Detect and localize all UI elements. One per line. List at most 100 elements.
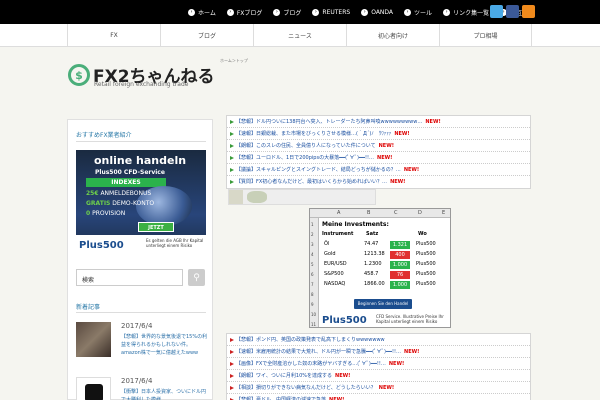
sheet-broker-cell: Plus500 bbox=[416, 281, 436, 287]
search-input[interactable]: 検索 bbox=[76, 269, 183, 286]
headline-link[interactable]: 【悲報】ポンド円、英国の政策発表で乱高下しまくりwwwwwww bbox=[236, 337, 385, 343]
sheet-change-cell: 1.000 bbox=[390, 281, 410, 289]
top-link[interactable]: › OANDA bbox=[361, 8, 393, 17]
plus500-logo: Plus500 bbox=[322, 315, 367, 326]
sheet-rate-cell: 458.7 bbox=[364, 271, 379, 277]
headline-list-top: 【悲報】ドル円ついに138円台へ突入、トレーダーたち阿鼻叫喚wwwwwwwww…… bbox=[226, 115, 531, 189]
headline-row[interactable]: 【速報】日銀総裁、また市場をびっくりさせる模様…(｀Д´)ﾉ ｳﾜｧｧｧ NEW! bbox=[227, 128, 530, 140]
arrow-icon: › bbox=[361, 9, 369, 16]
sidebar-heading-brokers: おすすめFX業者紹介 bbox=[76, 132, 132, 139]
triangle-bullet-icon bbox=[230, 168, 234, 172]
triangle-bullet-icon bbox=[230, 144, 234, 148]
sidebar-heading-new: 新着記事 bbox=[76, 304, 101, 311]
plus500-ad[interactable]: online handeln Plus500 CFD-Service INDEX… bbox=[76, 150, 206, 258]
list-item[interactable]: 2017/6/4 【悲報】世界的な景気後退で15%の利益を得られるかもしれない件… bbox=[76, 322, 208, 362]
headline-row[interactable]: 【朗報】ワイ、ついに月利10%を達成する NEW! bbox=[227, 370, 530, 382]
sheet-col-satz: Satz bbox=[366, 231, 379, 237]
sheet-col-wo: Wo bbox=[418, 231, 427, 237]
sheet-disclaimer: CFD Service. Illustrative Preise Ihr Kap… bbox=[376, 314, 444, 324]
ad-cta-button[interactable]: JETZT LOSLEGEN bbox=[138, 222, 174, 241]
list-item[interactable]: 2017/6/4 【衝撃】日本人投資家、ついにドル円で大勝利した模様 bbox=[76, 377, 208, 400]
new-badge: NEW! bbox=[390, 179, 406, 185]
search-button[interactable]: ⚲ bbox=[188, 269, 205, 286]
sheet-broker-cell: Plus500 bbox=[416, 241, 436, 247]
headline-link[interactable]: 【議論】スキャルピングとスイングトレード、結局どっちが儲かるの？… bbox=[236, 167, 401, 173]
triangle-bullet-icon bbox=[230, 374, 234, 378]
facebook-icon[interactable] bbox=[506, 5, 519, 18]
sheet-instrument-cell: S&P500 bbox=[324, 271, 344, 277]
headline-link[interactable]: 【質問】FX初心者なんだけど、最初はいくらから始めればいい？… bbox=[236, 179, 387, 185]
divider bbox=[76, 312, 206, 313]
nav-item-blog[interactable]: ブログ bbox=[160, 24, 253, 46]
triangle-bullet-icon bbox=[230, 362, 234, 366]
sheet-broker-cell: Plus500 bbox=[416, 251, 436, 257]
rss-icon[interactable] bbox=[522, 5, 535, 18]
headline-link[interactable]: 【画像】FXで全財産溶かした奴の末路がヤバすぎる…(ﾟ∀ﾟ)━━!!… bbox=[236, 361, 386, 367]
post-title[interactable]: 【衝撃】日本人投資家、ついにドル円で大勝利した模様 bbox=[121, 388, 209, 400]
new-badge: NEW! bbox=[377, 155, 393, 161]
nav-item-pro[interactable]: プロ相場 bbox=[439, 24, 532, 46]
ad-demo: GRATIS DEMO-KONTO bbox=[86, 200, 155, 207]
plus500-sheet-ad[interactable]: A B C D E 123 456 789 10 11 Meine Investm… bbox=[309, 208, 451, 328]
new-badge: NEW! bbox=[394, 131, 410, 137]
headline-link[interactable]: 【相談】損切りができない病気なんだけど、どうしたらいい？ bbox=[236, 385, 376, 391]
headline-link[interactable]: 【朗報】ワイ、ついに月利10%を達成する bbox=[236, 373, 332, 379]
headline-link[interactable]: 【速報】米雇用統計の結果で大荒れ、ドル円が一瞬で急騰━━(ﾟ∀ﾟ)━━!!… bbox=[236, 349, 401, 355]
sheet-broker-cell: Plus500 bbox=[416, 261, 436, 267]
sheet-instrument-cell: EUR/USD bbox=[324, 261, 347, 267]
top-link-label: OANDA bbox=[371, 9, 394, 16]
sheet-instrument-cell: Gold bbox=[324, 251, 336, 257]
headline-link[interactable]: 【悲報】ドル円ついに138円台へ突入、トレーダーたち阿鼻叫喚wwwwwwwww… bbox=[236, 119, 422, 125]
headline-row[interactable]: 【画像】FXで全財産溶かした奴の末路がヤバすぎる…(ﾟ∀ﾟ)━━!!… NEW! bbox=[227, 358, 530, 370]
top-link[interactable]: › REUTERS bbox=[312, 8, 350, 17]
triangle-bullet-icon bbox=[230, 156, 234, 160]
sheet-column-letters: A B C D E bbox=[310, 209, 450, 218]
headline-row[interactable]: 【朗報】このスレの住民、全員億り人になっていた件について NEW! bbox=[227, 140, 530, 152]
arrow-icon: › bbox=[404, 9, 412, 16]
headline-list-bottom: 【悲報】ポンド円、英国の政策発表で乱高下しまくりwwwwwww 【速報】米雇用統計… bbox=[226, 333, 531, 400]
nav-item-fx[interactable]: FX bbox=[67, 24, 160, 46]
arrow-icon: › bbox=[226, 9, 234, 16]
headline-row[interactable]: 【悲報】豪ドル、中国経済の減速で急落 NEW! bbox=[227, 394, 530, 400]
main-nav: FX ブログ ニュース 初心者向け プロ相場 bbox=[0, 24, 600, 47]
sheet-instrument-cell: NASDAQ bbox=[324, 281, 346, 287]
headline-row[interactable]: 【悲報】ポンド円、英国の政策発表で乱高下しまくりwwwwwww bbox=[227, 334, 530, 346]
sheet-rate-cell: 1866.00 bbox=[364, 281, 385, 287]
headline-link[interactable]: 【速報】日銀総裁、また市場をびっくりさせる模様…(｀Д´)ﾉ ｳﾜｧｧｧ bbox=[236, 131, 391, 137]
mini-banner[interactable] bbox=[228, 189, 376, 205]
banner-image bbox=[247, 191, 267, 203]
headline-row[interactable]: 【悲報】ユーロドル、1日で200pipsの大暴落━━(ﾟ∀ﾟ)━━!!… NEW! bbox=[227, 152, 530, 164]
nav-item-news[interactable]: ニュース bbox=[253, 24, 346, 46]
divider bbox=[76, 141, 206, 142]
nav-item-beginner[interactable]: 初心者向け bbox=[346, 24, 439, 46]
ad-indexes-label: INDEXES bbox=[86, 178, 166, 187]
top-link[interactable]: › ホーム bbox=[188, 8, 216, 17]
headline-row[interactable]: 【速報】米雇用統計の結果で大荒れ、ドル円が一瞬で急騰━━(ﾟ∀ﾟ)━━!!… NE… bbox=[227, 346, 530, 358]
headline-row[interactable]: 【議論】スキャルピングとスイングトレード、結局どっちが儲かるの？… NEW! bbox=[227, 164, 530, 176]
post-thumbnail[interactable] bbox=[76, 322, 111, 357]
arrow-icon: › bbox=[443, 9, 451, 16]
new-badge: NEW! bbox=[378, 143, 395, 149]
triangle-bullet-icon bbox=[230, 386, 234, 390]
headline-row[interactable]: 【悲報】ドル円ついに138円台へ突入、トレーダーたち阿鼻叫喚wwwwwwwww…… bbox=[227, 116, 530, 128]
top-link[interactable]: › ブログ bbox=[273, 8, 301, 17]
headline-link[interactable]: 【朗報】このスレの住民、全員億り人になっていた件について bbox=[236, 143, 376, 149]
breadcrumb[interactable]: ホーム＞トップ bbox=[220, 58, 248, 64]
sheet-change-cell: 1.321 bbox=[390, 241, 410, 249]
post-thumbnail[interactable] bbox=[76, 377, 111, 400]
post-title[interactable]: 【悲報】世界的な景気後退で15%の利益を得られるかもしれない件。amazon株で… bbox=[121, 333, 209, 357]
sheet-cta-button[interactable]: Beginnen Sie den Handel bbox=[354, 299, 412, 309]
headline-row[interactable]: 【相談】損切りができない病気なんだけど、どうしたらいい？ NEW! bbox=[227, 382, 530, 394]
headline-link[interactable]: 【悲報】ユーロドル、1日で200pipsの大暴落━━(ﾟ∀ﾟ)━━!!… bbox=[236, 155, 374, 161]
ad-footer: Plus500 Es gelten die AGB Ihr Kapital un… bbox=[76, 235, 206, 258]
tshirt-icon bbox=[85, 384, 103, 400]
triangle-bullet-icon bbox=[230, 120, 234, 124]
arrow-icon: › bbox=[312, 9, 320, 16]
twitter-icon[interactable] bbox=[490, 5, 503, 18]
social-links bbox=[490, 5, 535, 18]
headline-row[interactable]: 【質問】FX初心者なんだけど、最初はいくらから始めればいい？… NEW! bbox=[227, 176, 530, 188]
top-link[interactable]: › ツール bbox=[404, 8, 432, 17]
top-link[interactable]: › リンク集一覧 bbox=[443, 8, 489, 17]
top-link[interactable]: › FXブログ bbox=[226, 8, 262, 17]
sheet-broker-cell: Plus500 bbox=[416, 271, 436, 277]
